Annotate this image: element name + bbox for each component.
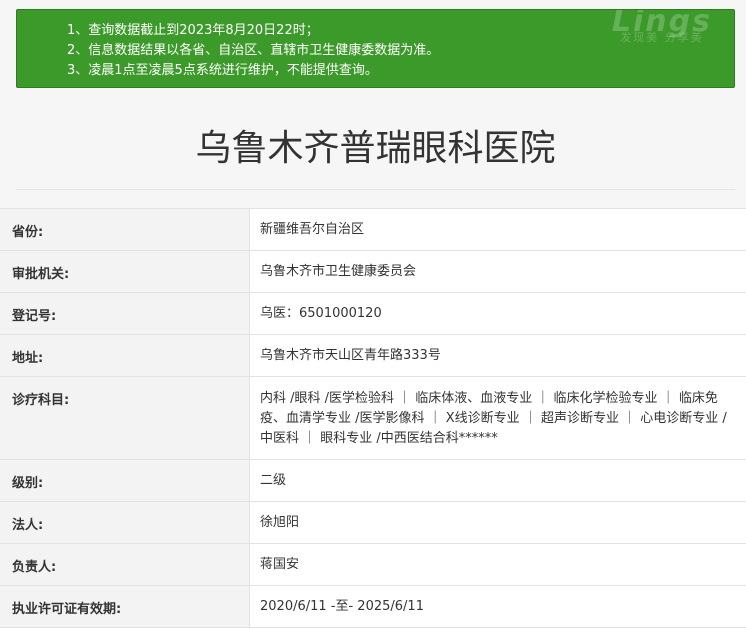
row-value: 乌鲁木齐市卫生健康委员会	[250, 251, 746, 292]
notice-banner: 1、查询数据截止到2023年8月20日22时； 2、信息数据结果以各省、自治区、…	[16, 9, 735, 88]
row-label: 级别:	[0, 460, 250, 501]
table-row-person-in-charge: 负责人: 蒋国安	[0, 544, 746, 586]
table-row-legal-person: 法人: 徐旭阳	[0, 502, 746, 544]
table-row-departments: 诊疗科目: 内科 /眼科 /医学检验科 ｜ 临床体液、血液专业 ｜ 临床化学检验…	[0, 377, 746, 460]
page-title: 乌鲁木齐普瑞眼科医院	[195, 128, 556, 169]
row-value: 二级	[250, 460, 746, 501]
row-label: 法人:	[0, 502, 250, 543]
row-value: 2020/6/11 -至- 2025/6/11	[250, 586, 746, 627]
hospital-info-table: 省份: 新疆维吾尔自治区 审批机关: 乌鲁木齐市卫生健康委员会 登记号: 乌医：…	[0, 208, 746, 628]
notice-line-2: 2、信息数据结果以各省、自治区、直辖市卫生健康委数据为准。	[67, 43, 440, 58]
notice-line-1: 1、查询数据截止到2023年8月20日22时；	[67, 23, 319, 38]
row-label: 审批机关:	[0, 251, 250, 292]
row-value: 内科 /眼科 /医学检验科 ｜ 临床体液、血液专业 ｜ 临床化学检验专业 ｜ 临…	[250, 377, 746, 459]
row-label: 地址:	[0, 335, 250, 376]
row-label: 负责人:	[0, 544, 250, 585]
row-value: 乌鲁木齐市天山区青年路333号	[250, 335, 746, 376]
table-row-license-validity: 执业许可证有效期: 2020/6/11 -至- 2025/6/11	[0, 586, 746, 628]
row-label: 执业许可证有效期:	[0, 586, 250, 627]
table-row-approval-authority: 审批机关: 乌鲁木齐市卫生健康委员会	[0, 251, 746, 293]
table-row-province: 省份: 新疆维吾尔自治区	[0, 209, 746, 251]
table-row-level: 级别: 二级	[0, 460, 746, 502]
table-row-registration-number: 登记号: 乌医：6501000120	[0, 293, 746, 335]
table-row-address: 地址: 乌鲁木齐市天山区青年路333号	[0, 335, 746, 377]
row-label: 登记号:	[0, 293, 250, 334]
row-label: 诊疗科目:	[0, 377, 250, 459]
row-value: 新疆维吾尔自治区	[250, 209, 746, 250]
title-section: 乌鲁木齐普瑞眼科医院	[16, 88, 735, 190]
row-value: 乌医：6501000120	[250, 293, 746, 334]
row-value: 蒋国安	[250, 544, 746, 585]
row-value: 徐旭阳	[250, 502, 746, 543]
notice-line-3: 3、凌晨1点至凌晨5点系统进行维护，不能提供查询。	[67, 63, 378, 78]
row-label: 省份:	[0, 209, 250, 250]
